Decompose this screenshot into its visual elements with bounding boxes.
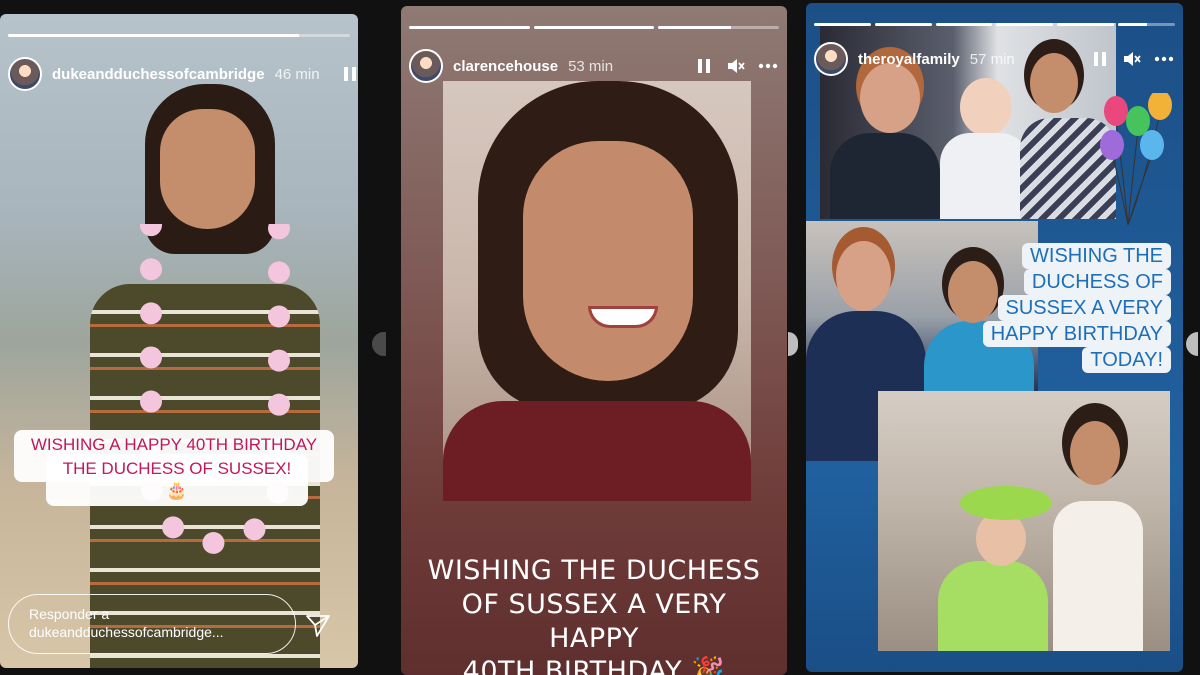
progress-fill [874, 23, 932, 26]
account-handle[interactable]: dukeandduchessofcambridge [52, 66, 265, 83]
reply-handle: dukeandduchessofcambridge... [29, 624, 224, 641]
story-progress [409, 26, 780, 29]
mute-icon[interactable] [725, 55, 747, 77]
pause-icon[interactable] [1089, 48, 1111, 70]
caption-line: OF SUSSEX A VERY HAPPY [461, 588, 727, 654]
story-progress [8, 34, 350, 37]
story-caption: WISHING THE DUCHESS OF SUSSEX A VERY HAP… [421, 554, 767, 675]
caption-line: SUSSEX A VERY [997, 295, 1171, 321]
queen-photo [878, 391, 1170, 651]
story-header: dukeandduchessofcambridge 46 min [8, 56, 356, 92]
caption-line: 40TH BIRTHDAY 🎉 [462, 656, 726, 675]
story-photo [443, 81, 751, 501]
progress-fill [1118, 23, 1147, 26]
caption-line: HAPPY BIRTHDAY [982, 321, 1171, 347]
story-caption: WISHING THE DUCHESS OF SUSSEX A VERY HAP… [982, 243, 1171, 373]
account-handle[interactable]: theroyalfamily [858, 51, 960, 68]
more-options-icon[interactable] [1153, 48, 1175, 70]
reply-input[interactable]: Responder a dukeandduchessofcambridge... [8, 594, 296, 654]
caption-line: WISHING THE DUCHESS [427, 555, 761, 586]
story-photo [0, 14, 358, 668]
story-progress [814, 23, 1175, 26]
progress-fill [533, 26, 655, 29]
story-card-clarencehouse[interactable]: clarencehouse 53 min WISHING THE DUCHESS… [401, 6, 787, 675]
next-story-arrow[interactable] [1186, 332, 1198, 356]
pause-icon[interactable] [340, 63, 358, 85]
caption-line: DUCHESS OF [1023, 269, 1171, 295]
reply-label: Responder a [29, 606, 110, 622]
mute-icon[interactable] [1121, 48, 1143, 70]
story-header: clarencehouse 53 min [409, 48, 779, 84]
progress-fill [1057, 23, 1115, 26]
progress-fill [996, 23, 1054, 26]
post-time: 57 min [969, 50, 1015, 68]
progress-fill [658, 26, 731, 29]
progress-fill [8, 34, 299, 37]
avatar[interactable] [814, 42, 848, 76]
caption-line: TODAY! [1082, 347, 1171, 373]
progress-fill [814, 23, 871, 26]
pause-icon[interactable] [693, 55, 715, 77]
caption-line: THE DUCHESS OF SUSSEX! 🎂 [46, 454, 308, 507]
duchess-figure [60, 54, 320, 668]
progress-fill [935, 23, 993, 26]
story-card-theroyalfamily[interactable]: theroyalfamily 57 min WISHING THE DUCHES… [806, 3, 1183, 672]
more-options-icon[interactable] [757, 55, 779, 77]
post-time: 53 min [568, 57, 614, 75]
story-header: theroyalfamily 57 min [814, 41, 1175, 77]
story-card-dukeandduchessofcambridge[interactable]: dukeandduchessofcambridge 46 min WISHING… [0, 14, 358, 668]
balloons-icon [1100, 93, 1172, 226]
previous-story-arrow[interactable] [372, 332, 386, 356]
next-story-arrow[interactable] [788, 332, 798, 356]
post-time: 46 min [274, 65, 320, 83]
caption-line: WISHING THE [1022, 243, 1171, 269]
avatar[interactable] [8, 57, 42, 91]
account-handle[interactable]: clarencehouse [453, 58, 558, 75]
progress-fill [409, 26, 530, 29]
send-icon[interactable] [305, 612, 331, 638]
avatar[interactable] [409, 49, 443, 83]
